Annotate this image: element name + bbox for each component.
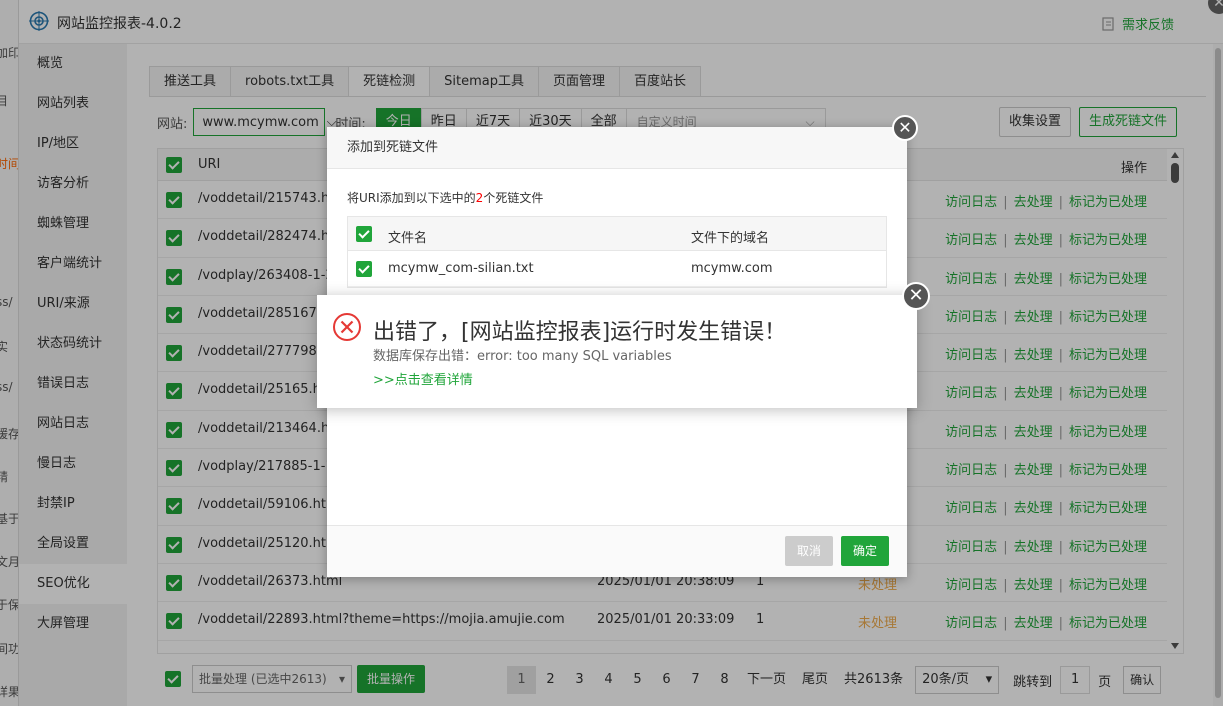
file-table-header: 文件名 文件下的域名 [348,217,886,251]
error-message: 数据库保存出错：error: too many SQL variables [373,349,672,364]
error-close-button[interactable]: ✕ [902,282,930,310]
file-select-all-checkbox[interactable] [356,226,372,242]
dialog-footer: 取消 确定 [327,525,907,577]
error-details-link[interactable]: >>点击查看详情 [373,369,473,388]
desc-prefix: 将URI添加到以下选中的 [347,191,476,205]
header-file: 文件名 [388,231,428,246]
header-domain: 文件下的域名 [691,231,770,246]
cancel-button[interactable]: 取消 [784,536,833,566]
dialog-description: 将URI添加到以下选中的2个死链文件 [347,189,543,206]
file-row-checkbox[interactable] [356,261,372,277]
ok-button[interactable]: 确定 [840,536,889,566]
error-icon [333,313,361,341]
desc-suffix: 个死链文件 [483,191,544,205]
file-name: mcymw_com-silian.txt [388,261,534,276]
error-popup: ✕ 出错了，[网站监控报表]运行时发生错误！ 数据库保存出错：error: to… [317,282,930,408]
file-domain: mcymw.com [691,261,773,276]
error-title: 出错了，[网站监控报表]运行时发生错误！ [373,320,787,345]
dialog-title: 添加到死链文件 [327,127,907,169]
deadlink-file-table: 文件名 文件下的域名 mcymw_com-silian.txt mcymw.co… [347,216,887,288]
file-row: mcymw_com-silian.txt mcymw.com [348,251,886,287]
dialog-close-button[interactable]: ✕ [892,115,918,141]
